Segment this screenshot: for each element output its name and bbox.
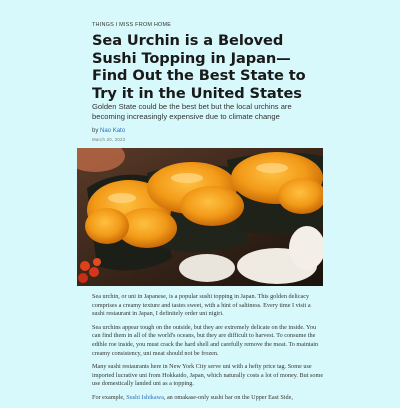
publish-date: March 20, 2023 (92, 137, 126, 142)
article-body: Sea urchin, or uni in Japanese, is a pop… (92, 293, 324, 408)
article-title: Sea Urchin is a Beloved Sushi Topping in… (92, 32, 306, 102)
article-subtitle: Golden State could be the best bet but t… (92, 102, 292, 122)
hero-image (77, 148, 323, 286)
author-link[interactable]: Nao Kato (100, 128, 125, 134)
paragraph: Sea urchins appear tough on the outside,… (92, 323, 319, 357)
byline: by Nao Kato (92, 128, 125, 134)
article-category[interactable]: Things I Miss From Home (92, 22, 171, 28)
paragraph: Many sushi restaurants here in New York … (92, 363, 324, 388)
paragraph: Sea urchin, or uni in Japanese, is a pop… (92, 293, 311, 318)
paragraph: For example, Sushi Ishikawa, an omakase-… (92, 394, 324, 403)
byline-prefix: by (92, 128, 101, 134)
sea-urchin-sushi-photo (77, 148, 323, 286)
